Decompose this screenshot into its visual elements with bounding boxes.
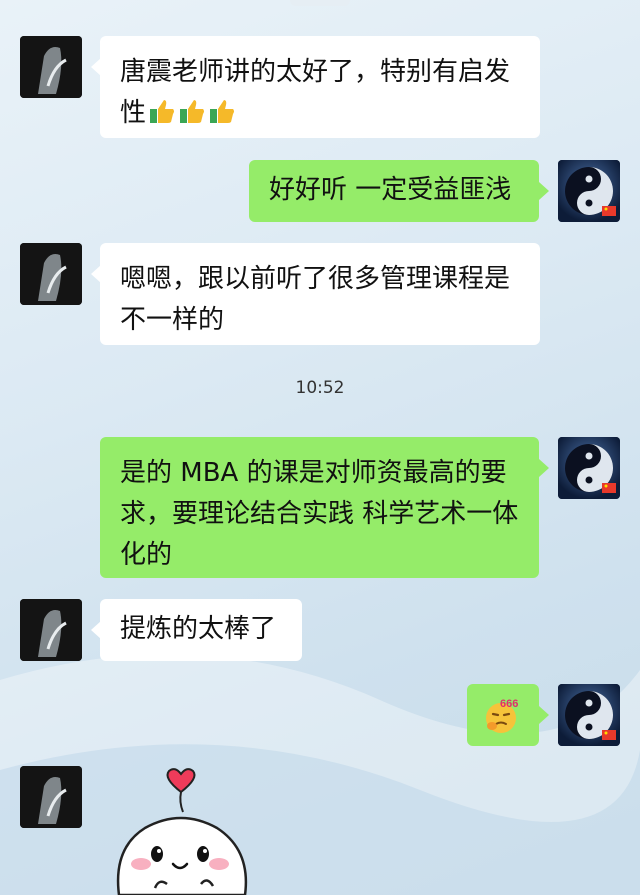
message-bubble-received[interactable]: 提炼的太棒了	[100, 599, 302, 661]
thumbs-up-emoji-group	[146, 98, 236, 128]
top-edge	[290, 0, 350, 6]
background-wave	[0, 654, 640, 895]
message-bubble-received[interactable]: 嗯嗯，跟以前听了很多管理课程是不一样的	[100, 243, 540, 345]
contact-avatar[interactable]	[20, 599, 82, 661]
bubble-tail	[539, 182, 549, 200]
contact-avatar[interactable]	[20, 36, 82, 98]
bubble-tail	[539, 459, 549, 477]
message-bubble-sent[interactable]: 666	[467, 684, 539, 746]
my-avatar[interactable]	[558, 684, 620, 746]
message-text: 提炼的太棒了	[120, 614, 277, 644]
my-avatar[interactable]	[558, 437, 620, 499]
timestamp: 10:52	[295, 378, 345, 398]
message-text: 好好听 一定受益匪浅	[269, 175, 512, 205]
message-bubble-sent[interactable]: 是的 MBA 的课是对师资最高的要求，要理论结合实践 科学艺术一体化的	[100, 437, 539, 578]
bubble-tail	[539, 706, 549, 724]
my-avatar[interactable]	[558, 160, 620, 222]
contact-avatar[interactable]	[20, 766, 82, 828]
sticker-666-text: 666	[500, 698, 518, 710]
message-text: 是的 MBA 的课是对师资最高的要求，要理论结合实践 科学艺术一体化的	[120, 458, 519, 570]
message-bubble-sent[interactable]: 好好听 一定受益匪浅	[249, 160, 539, 222]
message-text: 嗯嗯，跟以前听了很多管理课程是不一样的	[120, 264, 511, 335]
message-bubble-received[interactable]: 唐震老师讲的太好了，特别有启发性	[100, 36, 540, 138]
contact-avatar[interactable]	[20, 243, 82, 305]
666-emoji-icon: 666	[486, 698, 518, 733]
heart-balloon-sticker[interactable]	[105, 766, 265, 895]
